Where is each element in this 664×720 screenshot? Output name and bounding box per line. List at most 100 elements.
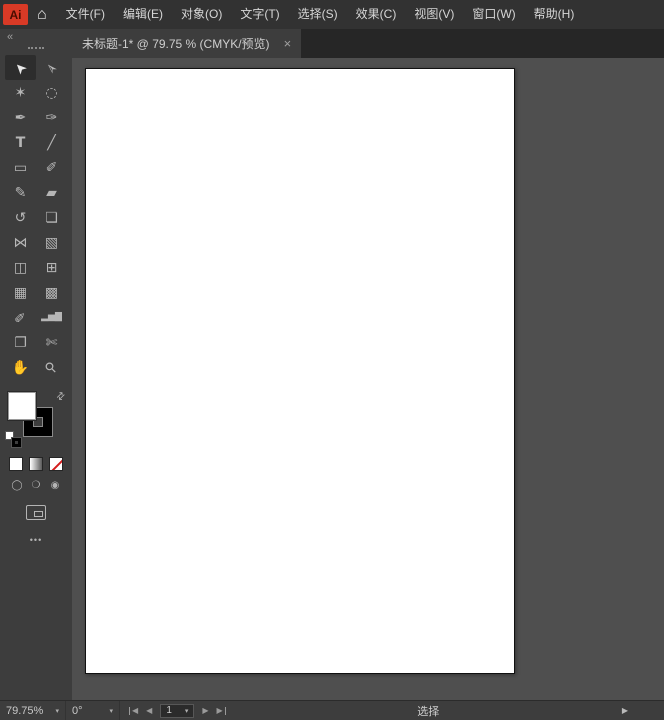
chevron-down-icon: ▾: [55, 706, 59, 715]
curvature-tool[interactable]: ✑: [36, 105, 67, 130]
menu-item[interactable]: 视图(V): [405, 0, 463, 29]
mesh-tool[interactable]: ▦: [5, 280, 36, 305]
perspective-grid-tool[interactable]: ⊞: [36, 255, 67, 280]
artboard-icon: ❐: [14, 334, 27, 351]
panel-drag-grip[interactable]: [28, 47, 44, 49]
menu-item[interactable]: 选择(S): [289, 0, 347, 29]
perspective-grid-icon: ⊞: [45, 259, 58, 276]
menu-item[interactable]: 对象(O): [172, 0, 231, 29]
default-fill-stroke-icon[interactable]: [5, 431, 21, 447]
scale-icon: ❏: [45, 209, 58, 226]
paintbrush-icon: ✐: [45, 159, 58, 176]
edit-toolbar-ellipsis[interactable]: •••: [0, 535, 72, 545]
draw-behind-button[interactable]: ❍: [29, 478, 44, 493]
illustrator-logo-icon[interactable]: Ai: [3, 4, 28, 25]
tools-panel: « ➤ ➢ ✶ ◌ ✒ ✑ T ╱ ▭ ✐ ✎ ▰ ↺ ❏ ⋈ ▧ ◫ ⊞ ▦ ▩ ✏ ▂▅▇ ❐ ✄ ✋ ⚲ ⇄ ◯ ❍ ◉ •••: [0, 29, 72, 700]
gradient-button[interactable]: [29, 457, 43, 471]
color-type-buttons: [0, 457, 72, 471]
menu-item[interactable]: 效果(C): [347, 0, 406, 29]
curvature-icon: ✑: [45, 109, 58, 126]
paintbrush-tool[interactable]: ✐: [36, 155, 67, 180]
magic-wand-icon: ✶: [14, 84, 27, 101]
artboard[interactable]: [85, 68, 515, 674]
zoom-icon: ⚲: [42, 358, 61, 377]
shape-builder-icon: ◫: [13, 259, 28, 276]
column-graph-tool[interactable]: ▂▅▇: [36, 305, 67, 330]
lasso-tool[interactable]: ◌: [36, 80, 67, 105]
document-tab-title: 未标题-1* @ 79.75 % (CMYK/预览): [82, 37, 270, 51]
close-tab-icon[interactable]: ×: [284, 37, 292, 50]
draw-normal-button[interactable]: ◯: [10, 478, 25, 493]
shape-builder-tool[interactable]: ◫: [5, 255, 36, 280]
line-segment-icon: ╱: [47, 134, 56, 151]
first-artboard-icon[interactable]: ◀: [129, 706, 138, 715]
artboard-tool[interactable]: ❐: [5, 330, 36, 355]
menu-item[interactable]: 窗口(W): [463, 0, 524, 29]
collapse-panel-icon[interactable]: «: [0, 29, 72, 43]
draw-inside-button[interactable]: ◉: [48, 478, 63, 493]
zoom-level-dropdown[interactable]: 79.75% ▾: [0, 701, 66, 720]
rectangle-tool[interactable]: ▭: [5, 155, 36, 180]
draw-mode-buttons: ◯ ❍ ◉: [0, 478, 72, 493]
gradient-tool[interactable]: ▩: [36, 280, 67, 305]
color-button[interactable]: [9, 457, 23, 471]
tool-grid: ➤ ➢ ✶ ◌ ✒ ✑ T ╱ ▭ ✐ ✎ ▰ ↺ ❏ ⋈ ▧ ◫ ⊞ ▦ ▩ ✏ ▂▅▇ ❐ ✄ ✋ ⚲: [0, 55, 72, 380]
chevron-down-icon: ▾: [109, 706, 113, 715]
eyedropper-tool[interactable]: ✏: [5, 305, 36, 330]
hand-icon: ✋: [11, 359, 30, 376]
next-artboard-icon[interactable]: ▶: [202, 706, 208, 715]
direct-selection-icon: ➢: [41, 57, 62, 78]
line-segment-tool[interactable]: ╱: [36, 130, 67, 155]
menu-bar: Ai ⌂ 文件(F) 编辑(E) 对象(O) 文字(T) 选择(S) 效果(C) 视图(V)…: [0, 0, 664, 29]
rotation-dropdown[interactable]: 0° ▾: [66, 701, 120, 720]
fill-swatch[interactable]: [8, 392, 36, 420]
direct-selection-tool[interactable]: ➢: [36, 55, 67, 80]
eraser-icon: ▰: [46, 184, 57, 201]
artboard-number-value: 1: [166, 705, 172, 716]
menu-item[interactable]: 帮助(H): [525, 0, 584, 29]
home-icon[interactable]: ⌂: [37, 6, 47, 23]
last-artboard-icon[interactable]: ▶: [217, 706, 226, 715]
pencil-icon: ✎: [14, 184, 27, 201]
screen-mode-icon: [34, 511, 43, 517]
selection-icon: ➤: [10, 57, 31, 78]
selection-tool[interactable]: ➤: [5, 55, 36, 80]
menu-item[interactable]: 文字(T): [231, 0, 288, 29]
document-tab-strip: 未标题-1* @ 79.75 % (CMYK/预览) ×: [72, 29, 664, 58]
artboard-number-dropdown[interactable]: 1 ▾: [160, 703, 195, 718]
rotate-tool[interactable]: ↺: [5, 205, 36, 230]
zoom-tool[interactable]: ⚲: [36, 355, 67, 380]
screen-mode-button[interactable]: [26, 505, 46, 520]
artboard-navigation: ◀ ◀ 1 ▾ ▶ ▶: [120, 703, 235, 718]
hand-tool[interactable]: ✋: [5, 355, 36, 380]
scale-tool[interactable]: ❏: [36, 205, 67, 230]
column-graph-icon: ▂▅▇: [41, 312, 62, 322]
canvas-area[interactable]: [72, 58, 664, 700]
menu-item[interactable]: 文件(F): [57, 0, 114, 29]
width-icon: ⋈: [13, 234, 28, 251]
type-tool[interactable]: T: [5, 130, 36, 155]
fill-stroke-widget: ⇄: [4, 390, 68, 448]
gradient-icon: ▩: [44, 284, 59, 301]
rectangle-icon: ▭: [13, 159, 28, 176]
eraser-tool[interactable]: ▰: [36, 180, 67, 205]
pen-icon: ✒: [14, 109, 27, 126]
slice-tool[interactable]: ✄: [36, 330, 67, 355]
previous-artboard-icon[interactable]: ◀: [146, 706, 152, 715]
status-bar: 79.75% ▾ 0° ▾ ◀ ◀ 1 ▾ ▶ ▶ 选择 ▶: [0, 700, 664, 720]
pencil-tool[interactable]: ✎: [5, 180, 36, 205]
lasso-icon: ◌: [45, 84, 58, 101]
pen-tool[interactable]: ✒: [5, 105, 36, 130]
magic-wand-tool[interactable]: ✶: [5, 80, 36, 105]
menu-item[interactable]: 编辑(E): [114, 0, 172, 29]
eyedropper-icon: ✏: [10, 307, 31, 328]
document-tab[interactable]: 未标题-1* @ 79.75 % (CMYK/预览) ×: [72, 29, 302, 58]
menu-bar-items: 文件(F) 编辑(E) 对象(O) 文字(T) 选择(S) 效果(C) 视图(V) 窗口(W)…: [57, 0, 584, 29]
status-label: 选择: [417, 705, 440, 718]
width-tool[interactable]: ⋈: [5, 230, 36, 255]
statusbar-expand-icon[interactable]: ▶: [622, 706, 628, 715]
free-transform-tool[interactable]: ▧: [36, 230, 67, 255]
swap-fill-stroke-icon[interactable]: ⇄: [54, 390, 68, 404]
none-button[interactable]: [49, 457, 63, 471]
rotate-icon: ↺: [14, 209, 27, 226]
